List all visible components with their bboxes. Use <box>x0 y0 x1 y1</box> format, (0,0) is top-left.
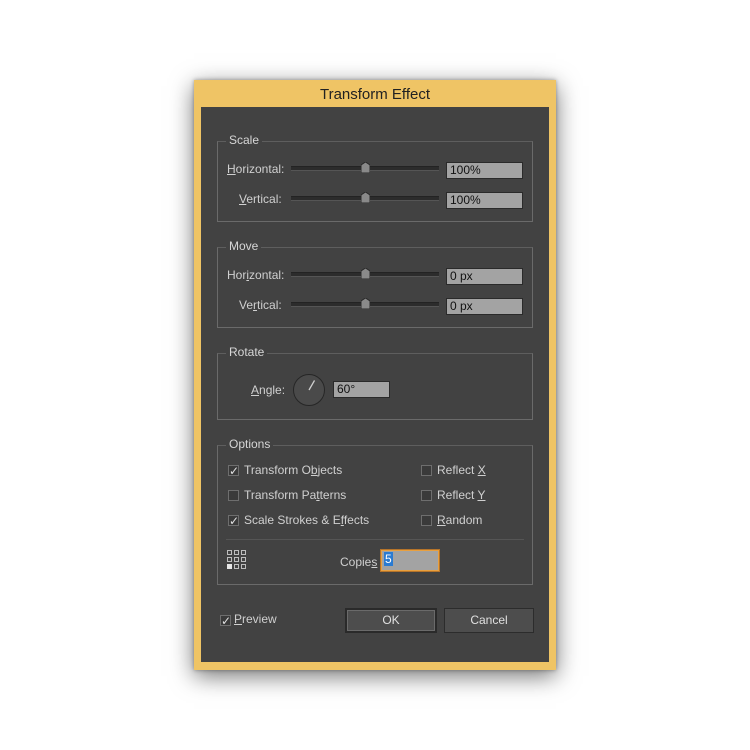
scale-vertical-label: Vertical: <box>239 192 282 206</box>
scale-horizontal-slider-thumb[interactable] <box>361 162 370 173</box>
reflect-x-checkbox[interactable] <box>421 465 432 476</box>
angle-dial-indicator <box>308 380 316 391</box>
scale-strokes-effects-label: Scale Strokes & Effects <box>244 513 370 527</box>
preview-label: Preview <box>234 612 277 626</box>
angle-dial[interactable] <box>293 374 325 406</box>
transform-patterns-label: Transform Patterns <box>244 488 347 502</box>
move-horizontal-slider-thumb[interactable] <box>361 268 370 279</box>
move-vertical-label: Vertical: <box>239 298 282 312</box>
random-label: Random <box>437 513 483 527</box>
transform-objects-checkbox[interactable]: ✓ <box>228 465 239 477</box>
random-checkbox[interactable] <box>421 515 432 526</box>
options-divider <box>226 539 524 540</box>
ok-button[interactable]: OK <box>345 608 437 633</box>
angle-input[interactable]: 60° <box>333 381 390 398</box>
copies-label: Copies <box>340 555 378 569</box>
rotate-group: Rotate Angle: 60° <box>217 343 533 420</box>
reflect-y-label: Reflect Y <box>437 488 486 502</box>
scale-group: Scale Horizontal: 100% Vertical: 100% <box>217 131 533 222</box>
transform-patterns-checkbox[interactable] <box>228 490 239 501</box>
move-vertical-input[interactable]: 0 px <box>446 298 523 315</box>
dialog-title: Transform Effect <box>319 86 431 103</box>
options-legend: Options <box>226 435 274 453</box>
transform-objects-label: Transform Objects <box>244 463 343 477</box>
scale-horizontal-input[interactable]: 100% <box>446 162 523 179</box>
scale-vertical-slider-thumb[interactable] <box>361 192 370 203</box>
options-group: Options ✓ Transform Objects Transform Pa… <box>217 435 533 585</box>
move-group: Move Horizontal: 0 px Vertical: 0 px <box>217 237 533 328</box>
scale-legend: Scale <box>226 131 263 149</box>
reflect-x-label: Reflect X <box>437 463 486 477</box>
preview-checkbox[interactable]: ✓ <box>220 615 231 627</box>
dialog-body: Scale Horizontal: 100% Vertical: 100% Mo… <box>201 107 549 662</box>
cancel-button[interactable]: Cancel <box>444 608 534 633</box>
reflect-y-checkbox[interactable] <box>421 490 432 501</box>
move-horizontal-input[interactable]: 0 px <box>446 268 523 285</box>
rotate-legend: Rotate <box>226 343 268 361</box>
move-legend: Move <box>226 237 262 255</box>
reference-point-icon[interactable] <box>227 550 247 570</box>
scale-vertical-input[interactable]: 100% <box>446 192 523 209</box>
move-horizontal-label: Horizontal: <box>227 268 285 282</box>
move-vertical-slider-thumb[interactable] <box>361 298 370 309</box>
angle-label: Angle: <box>251 383 286 397</box>
scale-strokes-effects-checkbox[interactable]: ✓ <box>228 515 239 527</box>
scale-horizontal-label: Horizontal: <box>227 162 285 176</box>
copies-input[interactable]: 5 <box>381 550 439 571</box>
transform-effect-dialog: Transform Effect Scale Horizontal: 100% … <box>194 80 556 670</box>
copies-value: 5 <box>384 552 393 566</box>
